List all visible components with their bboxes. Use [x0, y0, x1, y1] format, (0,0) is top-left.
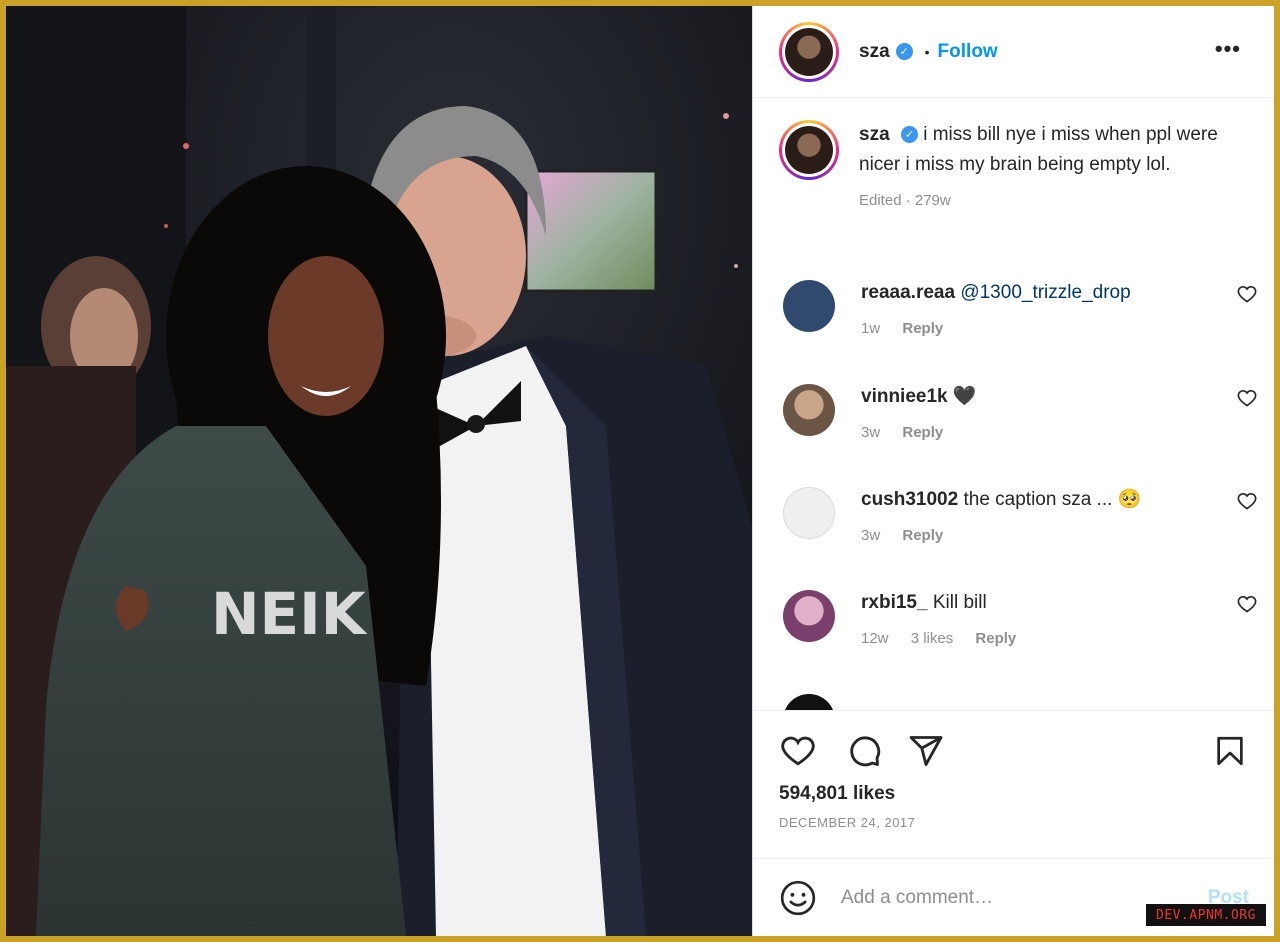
- comment-item: cush31002 the caption sza ... 🥺 3w Reply: [783, 487, 1257, 544]
- like-comment-heart-icon[interactable]: [1237, 388, 1257, 408]
- more-options-icon[interactable]: •••: [1215, 38, 1241, 60]
- sweatshirt-text: NEIK: [211, 580, 368, 648]
- follow-button[interactable]: Follow: [938, 41, 998, 63]
- reply-button[interactable]: Reply: [975, 630, 1016, 647]
- commenter-username[interactable]: vinniee1k: [861, 386, 948, 407]
- commenter-avatar[interactable]: [783, 384, 835, 436]
- author-avatar[interactable]: [779, 21, 839, 82]
- post-photo[interactable]: NEIK: [6, 6, 752, 936]
- commenter-username[interactable]: cush31002: [861, 489, 958, 510]
- emoji-icon[interactable]: [779, 879, 817, 917]
- reply-button[interactable]: Reply: [902, 424, 943, 441]
- post-caption: sza ✓ i miss bill nye i miss when ppl we…: [779, 120, 1249, 216]
- comment-text: the caption sza ... 🥺: [963, 489, 1142, 510]
- watermark-label: DEV.APNM.ORG: [1146, 904, 1266, 926]
- post-side-panel: sza ✓ • Follow ••• sza ✓ i miss bill nye…: [752, 6, 1274, 936]
- comment-age: 3w: [861, 424, 881, 441]
- comment-age: 12w: [861, 630, 889, 647]
- comment-item: vinniee1k 🖤 3w Reply: [783, 384, 1257, 441]
- share-icon[interactable]: [907, 733, 945, 769]
- caption-avatar[interactable]: [779, 120, 839, 180]
- comment-item: rxbi15_ Kill bill 12w 3 likes Reply: [783, 590, 1257, 647]
- comment-text: Kill bill: [932, 592, 987, 613]
- commenter-username[interactable]: rxbi15_: [861, 592, 928, 613]
- commenter-avatar[interactable]: [783, 280, 835, 332]
- author-username[interactable]: sza: [859, 41, 890, 63]
- post-frame: NEIK sza ✓ • Follow ••• sza ✓ i miss bil…: [6, 6, 1274, 936]
- reply-button[interactable]: Reply: [902, 320, 943, 337]
- photo-illustration: NEIK: [6, 6, 752, 936]
- post-actions: 594,801 likes DECEMBER 24, 2017: [753, 710, 1274, 858]
- verified-badge-icon: ✓: [900, 126, 918, 144]
- comment-input[interactable]: [841, 886, 1181, 909]
- commenter-avatar[interactable]: [783, 487, 835, 539]
- verified-badge-icon: ✓: [895, 43, 913, 60]
- commenter-username[interactable]: reaaa.reaa: [861, 282, 955, 303]
- commenter-avatar-partial[interactable]: [783, 694, 835, 710]
- caption-username[interactable]: sza: [859, 124, 890, 145]
- likes-count[interactable]: 594,801 likes: [779, 783, 895, 805]
- comment-age: 1w: [861, 320, 881, 337]
- comment-item: reaaa.reaa @1300_trizzle_drop 1w Reply: [783, 280, 1257, 337]
- heart-icon[interactable]: [779, 733, 817, 769]
- comment-age: 3w: [861, 527, 881, 544]
- comment-text[interactable]: @1300_trizzle_drop: [960, 282, 1130, 303]
- like-comment-heart-icon[interactable]: [1237, 284, 1257, 304]
- comment-likes[interactable]: 3 likes: [911, 630, 954, 647]
- post-header: sza ✓ • Follow •••: [753, 6, 1274, 98]
- reply-button[interactable]: Reply: [902, 527, 943, 544]
- commenter-avatar[interactable]: [783, 590, 835, 642]
- bookmark-icon[interactable]: [1213, 733, 1247, 769]
- separator-dot: •: [924, 43, 930, 60]
- like-comment-heart-icon[interactable]: [1237, 594, 1257, 614]
- like-comment-heart-icon[interactable]: [1237, 491, 1257, 511]
- comment-icon[interactable]: [845, 733, 883, 769]
- caption-meta: Edited · 279w: [859, 192, 951, 209]
- post-date: DECEMBER 24, 2017: [779, 815, 916, 830]
- comments-list[interactable]: sza ✓ i miss bill nye i miss when ppl we…: [753, 98, 1274, 710]
- comment-text: 🖤: [952, 386, 977, 407]
